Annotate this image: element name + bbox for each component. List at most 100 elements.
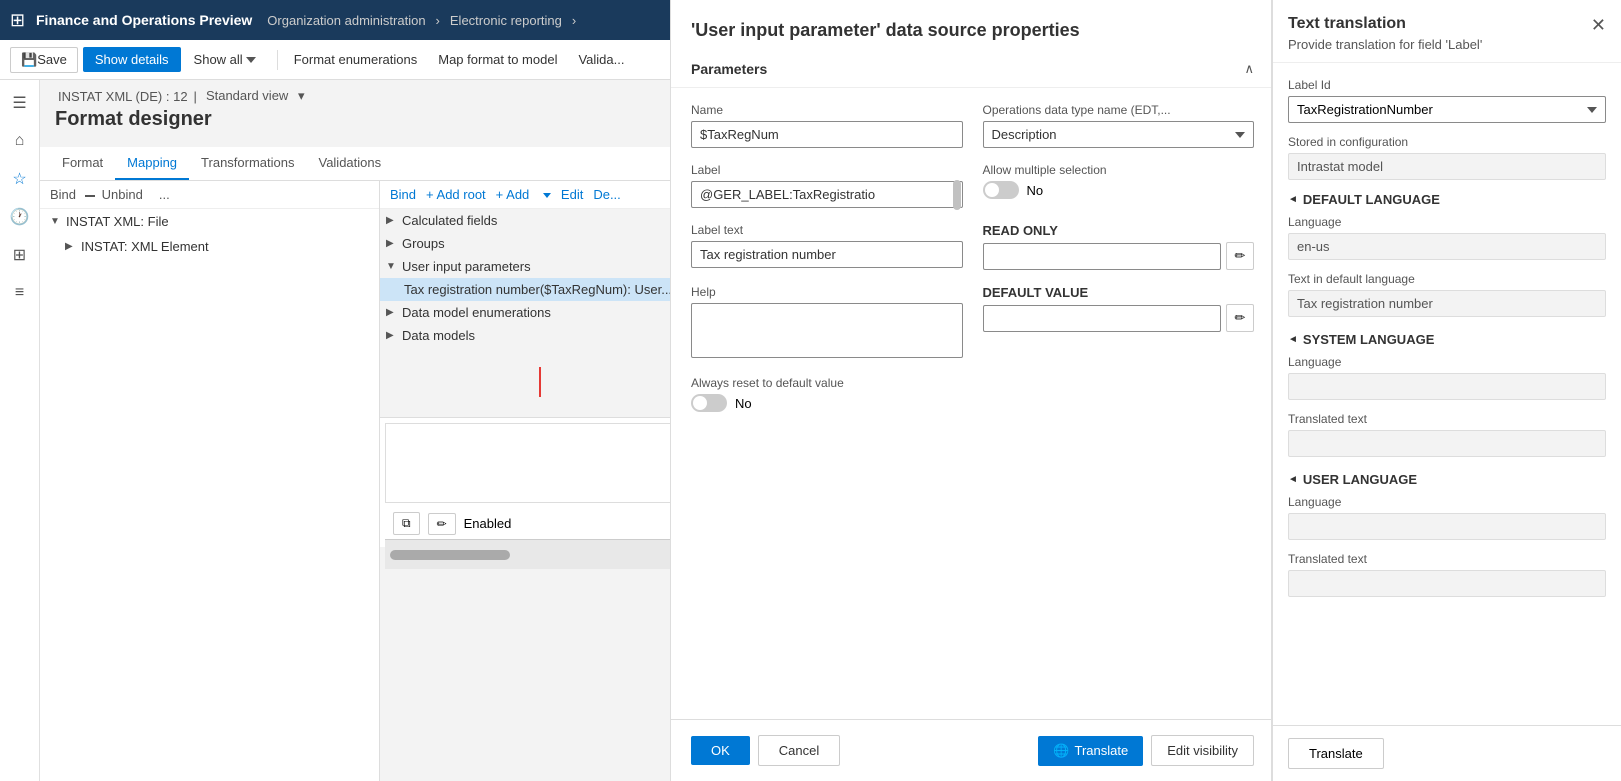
ds-label-text-input[interactable] [691, 241, 963, 268]
ds-default-value-edit-btn[interactable]: ✏ [1226, 304, 1254, 332]
chevron-right-icon: ▶ [386, 330, 398, 341]
ok-button[interactable]: OK [691, 736, 750, 765]
sys-language-label: Language [1288, 355, 1606, 369]
tree-bind-btn[interactable]: Bind [50, 187, 76, 202]
breadcrumb-sep: | [194, 89, 197, 104]
translate-button[interactable]: 🌐 Translate [1038, 736, 1143, 766]
vertical-indicator [380, 347, 699, 417]
user-language-header[interactable]: ◄ USER LANGUAGE [1288, 472, 1606, 487]
user-translated-text-field: Translated text [1288, 552, 1606, 597]
mapping-edit-btn[interactable]: Edit [561, 187, 583, 202]
sidebar-star-icon[interactable]: ☆ [2, 161, 38, 197]
ds-allow-multiple-toggle-row: No [983, 181, 1255, 199]
sidebar-clock-icon[interactable]: 🕐 [2, 199, 38, 235]
default-language-header[interactable]: ◄ DEFAULT LANGUAGE [1288, 192, 1606, 207]
user-language-input[interactable] [1288, 513, 1606, 540]
sys-translated-input[interactable] [1288, 430, 1606, 457]
ds-default-value-input[interactable] [983, 305, 1222, 332]
default-language-field: Language [1288, 215, 1606, 260]
label-id-select[interactable]: TaxRegistrationNumber [1288, 96, 1606, 123]
edit-btn[interactable]: ✏ [428, 513, 456, 535]
mapping-calculated-fields[interactable]: ▶ Calculated fields [380, 209, 699, 232]
separator-1 [277, 50, 278, 70]
ds-label-input[interactable] [691, 181, 963, 208]
chevron-left-icon: ◄ [1288, 474, 1298, 485]
chevron-left-icon: ◄ [1288, 194, 1298, 205]
mapping-data-models[interactable]: ▶ Data models [380, 324, 699, 347]
mapping-toolbar: Bind + Add root + Add Edit De... [380, 181, 699, 209]
allow-multiple-value: No [1027, 183, 1044, 198]
mapping-tree: Bind + Add root + Add Edit De... ▶ Calcu… [380, 181, 699, 781]
tree-unbind-btn[interactable]: Unbind [84, 187, 151, 202]
mapping-bind-btn[interactable]: Bind [390, 187, 416, 202]
ds-always-reset-toggle-row: No [691, 394, 1254, 412]
chevron-right-icon: ▶ [386, 215, 398, 226]
ds-name-input[interactable] [691, 121, 963, 148]
stored-in-field: Stored in configuration [1288, 135, 1606, 180]
nav-er[interactable]: Electronic reporting [450, 13, 562, 28]
ds-read-only-field: READ ONLY ✏ [983, 223, 1255, 270]
ds-read-only-input[interactable] [983, 243, 1222, 270]
cancel-button[interactable]: Cancel [758, 735, 840, 766]
translation-translate-btn[interactable]: Translate [1288, 738, 1384, 769]
sys-language-input[interactable] [1288, 373, 1606, 400]
text-default-input[interactable] [1288, 290, 1606, 317]
ds-help-textarea[interactable] [691, 303, 963, 358]
user-translated-input[interactable] [1288, 570, 1606, 597]
allow-multiple-toggle[interactable] [983, 181, 1019, 199]
system-language-header[interactable]: ◄ SYSTEM LANGUAGE [1288, 332, 1606, 347]
format-enumerations-button[interactable]: Format enumerations [286, 47, 426, 72]
ds-label-label: Label [691, 163, 963, 177]
show-all-button[interactable]: Show all [186, 47, 264, 72]
ds-ops-type-select[interactable]: Description [983, 121, 1255, 148]
tree-node-xml-element[interactable]: ▶ INSTAT: XML Element [40, 234, 379, 259]
nav-arrow-2: › [572, 13, 576, 28]
ds-row-2: Label Allow multiple selection No [691, 163, 1254, 208]
ds-help-label: Help [691, 285, 963, 299]
copy-btn[interactable]: ⧉ [393, 512, 420, 535]
save-button[interactable]: 💾 Save [10, 47, 78, 73]
ds-read-only-edit-btn[interactable]: ✏ [1226, 242, 1254, 270]
ds-label-text-field: Label text [691, 223, 963, 270]
user-language-label: Language [1288, 495, 1606, 509]
mapping-tax-reg-num[interactable]: Tax registration number($TaxRegNum): Use… [380, 278, 699, 301]
sidebar-modules-icon[interactable]: ⊞ [2, 237, 38, 273]
language-input[interactable] [1288, 233, 1606, 260]
tree-dots-btn[interactable]: ... [159, 187, 170, 202]
breadcrumb-view[interactable]: Standard view ▾ [203, 88, 308, 104]
section-title: SYSTEM LANGUAGE [1303, 332, 1434, 347]
map-format-button[interactable]: Map format to model [430, 47, 565, 72]
ds-always-reset-label: Always reset to default value [691, 376, 1254, 390]
tree-node-file[interactable]: ▼ INSTAT XML: File [40, 209, 379, 234]
ds-default-value-label: DEFAULT VALUE [983, 285, 1255, 300]
mapping-user-input-params[interactable]: ▼ User input parameters [380, 255, 699, 278]
horizontal-scrollbar[interactable] [390, 550, 510, 560]
apps-icon[interactable]: ⊞ [10, 12, 26, 28]
bottom-editor-area[interactable] [385, 423, 694, 503]
ds-label-text-label: Label text [691, 223, 963, 237]
mapping-delete-btn[interactable]: De... [593, 187, 620, 202]
tab-transformations[interactable]: Transformations [189, 147, 306, 180]
tab-mapping[interactable]: Mapping [115, 147, 189, 180]
sidebar-menu-icon[interactable]: ☰ [2, 85, 38, 121]
mapping-data-model-enum[interactable]: ▶ Data model enumerations [380, 301, 699, 324]
text-translation-panel: Text translation Provide translation for… [1271, 80, 1621, 781]
validate-button[interactable]: Valida... [570, 47, 632, 72]
tree-toolbar: Bind Unbind ... [40, 181, 379, 209]
nav-org[interactable]: Organization administration [267, 13, 425, 28]
tab-validations[interactable]: Validations [306, 147, 393, 180]
sidebar-list-icon[interactable]: ≡ [2, 275, 38, 311]
stored-in-input[interactable] [1288, 153, 1606, 180]
mapping-add-root-btn[interactable]: + Add root [426, 187, 486, 202]
sidebar-home-icon[interactable]: ⌂ [2, 123, 38, 159]
breadcrumb-instat: INSTAT XML (DE) : 12 [58, 89, 188, 104]
scrollbar-area[interactable] [385, 539, 694, 569]
tab-format[interactable]: Format [50, 147, 115, 180]
ds-allow-multiple-field: Allow multiple selection No [983, 163, 1255, 208]
mapping-add-btn[interactable]: + Add [496, 187, 551, 202]
mapping-groups[interactable]: ▶ Groups [380, 232, 699, 255]
ds-default-value-row: ✏ [983, 304, 1255, 332]
edit-visibility-button[interactable]: Edit visibility [1151, 735, 1254, 766]
always-reset-toggle[interactable] [691, 394, 727, 412]
show-details-button[interactable]: Show details [83, 47, 181, 72]
